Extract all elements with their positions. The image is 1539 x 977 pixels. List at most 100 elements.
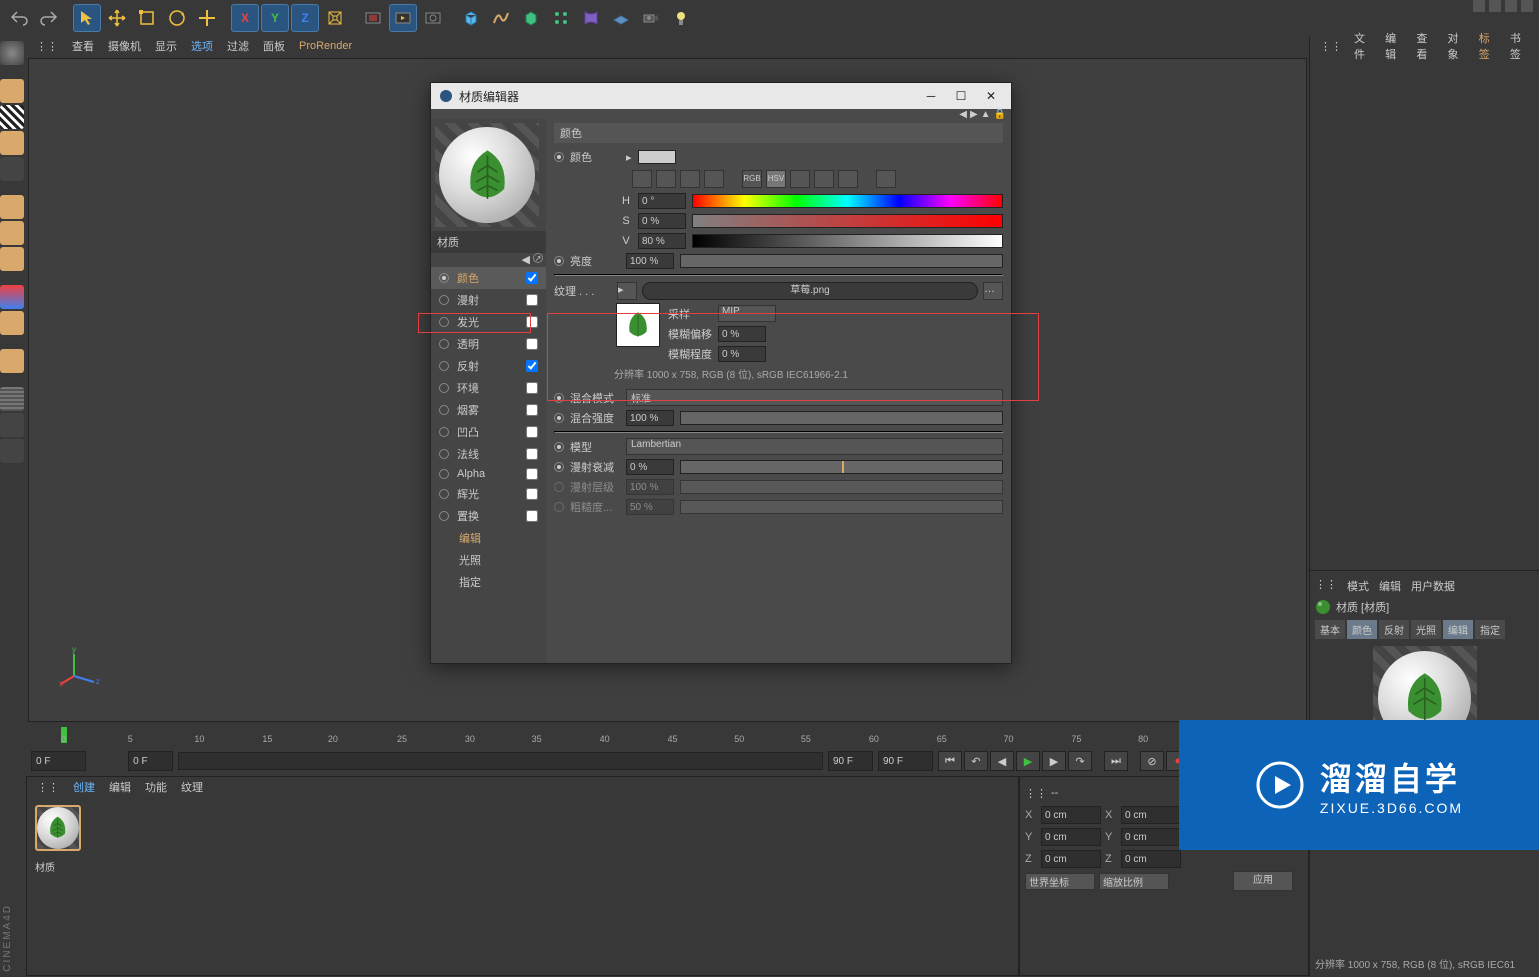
channel-normal[interactable]: 法线 bbox=[431, 443, 546, 465]
rotate-tool[interactable] bbox=[163, 4, 191, 32]
chan-tab-illum[interactable]: 光照 bbox=[1411, 620, 1441, 639]
lock-icon[interactable] bbox=[0, 413, 24, 437]
frame-end2-field[interactable] bbox=[878, 751, 933, 771]
channel-alpha[interactable]: Alpha bbox=[431, 465, 546, 483]
channel-transparency-toggle[interactable] bbox=[526, 338, 538, 350]
channel-bump-toggle[interactable] bbox=[526, 426, 538, 438]
polygon-mode-icon[interactable] bbox=[0, 247, 24, 271]
x-axis-lock[interactable]: X bbox=[231, 4, 259, 32]
mixstrength-slider[interactable] bbox=[680, 411, 1003, 425]
vp-menu-filter[interactable]: 过滤 bbox=[227, 38, 249, 54]
channel-reflection[interactable]: 反射 bbox=[431, 355, 546, 377]
channel-editor[interactable]: 编辑 bbox=[431, 527, 546, 549]
channel-fog-toggle[interactable] bbox=[526, 404, 538, 416]
material-editor-titlebar[interactable]: 材质编辑器 ─ ☐ ✕ bbox=[431, 83, 1011, 109]
goto-start-button[interactable]: ⏮ bbox=[938, 751, 962, 771]
channel-reflection-toggle[interactable] bbox=[526, 360, 538, 372]
chan-tab-edit[interactable]: 编辑 bbox=[1443, 620, 1473, 639]
picker-icon[interactable] bbox=[632, 170, 652, 188]
timeline-range-slider[interactable] bbox=[178, 752, 823, 770]
workplane-icon[interactable] bbox=[0, 131, 24, 155]
channel-assignment[interactable]: 指定 bbox=[431, 571, 546, 593]
diffuse-falloff-slider[interactable] bbox=[680, 460, 1003, 474]
material-thumbnail[interactable] bbox=[35, 805, 81, 851]
channel-environment-toggle[interactable] bbox=[526, 382, 538, 394]
channel-fog[interactable]: 烟雾 bbox=[431, 399, 546, 421]
hsv-icon[interactable]: HSV bbox=[766, 170, 786, 188]
lock-icon[interactable]: 🔒 bbox=[994, 109, 1006, 119]
coord-system[interactable] bbox=[321, 4, 349, 32]
texture-browse-button[interactable]: … bbox=[983, 282, 1003, 300]
chan-tab-reflect[interactable]: 反射 bbox=[1379, 620, 1409, 639]
play-button[interactable]: ▶ bbox=[1016, 751, 1040, 771]
tweak-icon[interactable] bbox=[0, 349, 24, 373]
apply-button[interactable]: 应用 bbox=[1233, 871, 1293, 891]
attr-mode[interactable]: 模式 bbox=[1347, 578, 1369, 594]
vp-menu-camera[interactable]: 摄像机 bbox=[108, 38, 141, 54]
channel-illumination[interactable]: 光照 bbox=[431, 549, 546, 571]
size-y-field[interactable] bbox=[1121, 828, 1181, 846]
next-frame-button[interactable]: ▶ bbox=[1042, 751, 1066, 771]
redo-button[interactable] bbox=[35, 4, 63, 32]
chan-tab-basic[interactable]: 基本 bbox=[1315, 620, 1345, 639]
texture-file-field[interactable]: 草莓.png bbox=[642, 282, 978, 300]
frame-end-field[interactable] bbox=[828, 751, 873, 771]
step-fwd-button[interactable]: ↷ bbox=[1068, 751, 1092, 771]
pos-z-field[interactable] bbox=[1041, 850, 1101, 868]
menu-icon[interactable]: ⋮⋮ bbox=[36, 40, 58, 53]
image-icon[interactable] bbox=[704, 170, 724, 188]
nav-fwd-icon[interactable]: ▶ bbox=[970, 109, 978, 119]
vp-menu-prorender[interactable]: ProRender bbox=[299, 40, 352, 52]
uv-icon[interactable] bbox=[0, 439, 24, 463]
channel-color-toggle[interactable] bbox=[526, 272, 538, 284]
sat-field[interactable] bbox=[638, 213, 686, 229]
mixmode-dropdown[interactable]: 标准 bbox=[626, 389, 1003, 406]
light-button[interactable] bbox=[667, 4, 695, 32]
mat-menu-create[interactable]: 创建 bbox=[73, 779, 95, 795]
texture-menu-button[interactable]: ▸ bbox=[617, 282, 637, 300]
render-button[interactable] bbox=[389, 4, 417, 32]
goto-end-button[interactable]: ⏭ bbox=[1104, 751, 1128, 771]
wheel-icon[interactable] bbox=[656, 170, 676, 188]
blur-scale-field[interactable] bbox=[718, 346, 766, 362]
vp-menu-display[interactable]: 显示 bbox=[155, 38, 177, 54]
channel-displacement[interactable]: 置换 bbox=[431, 505, 546, 527]
radio-icon[interactable] bbox=[554, 462, 564, 472]
eyedropper-icon[interactable] bbox=[876, 170, 896, 188]
floor-button[interactable] bbox=[607, 4, 635, 32]
record-button[interactable]: ⊘ bbox=[1140, 751, 1164, 771]
channel-environment[interactable]: 环境 bbox=[431, 377, 546, 399]
chan-tab-assign[interactable]: 指定 bbox=[1475, 620, 1505, 639]
grid-icon[interactable] bbox=[0, 387, 24, 411]
attr-userdata[interactable]: 用户数据 bbox=[1411, 578, 1455, 594]
spline-primitive[interactable] bbox=[487, 4, 515, 32]
make-editable-icon[interactable] bbox=[0, 41, 24, 65]
timeline[interactable]: 05 1015 2025 3035 4045 5055 6065 7075 80… bbox=[26, 724, 1309, 746]
mat-menu-texture[interactable]: 纹理 bbox=[181, 779, 203, 795]
brightness-slider[interactable] bbox=[680, 254, 1003, 268]
mograph-button[interactable] bbox=[547, 4, 575, 32]
frame-start-field[interactable] bbox=[31, 751, 86, 771]
cube-primitive[interactable] bbox=[457, 4, 485, 32]
move-tool[interactable] bbox=[103, 4, 131, 32]
vp-menu-view[interactable]: 查看 bbox=[72, 38, 94, 54]
kelvin-icon[interactable] bbox=[790, 170, 810, 188]
val-field[interactable] bbox=[638, 233, 686, 249]
z-axis-lock[interactable]: Z bbox=[291, 4, 319, 32]
close-button[interactable]: ✕ bbox=[979, 86, 1003, 106]
color-swatch[interactable] bbox=[638, 150, 676, 164]
camera-button[interactable] bbox=[637, 4, 665, 32]
channel-glow-toggle[interactable] bbox=[526, 488, 538, 500]
model-mode-icon[interactable] bbox=[0, 79, 24, 103]
menu-icon[interactable]: ⋮⋮ bbox=[1025, 787, 1047, 800]
mixstrength-field[interactable] bbox=[626, 410, 674, 426]
generator-button[interactable] bbox=[517, 4, 545, 32]
spectrum-icon[interactable] bbox=[680, 170, 700, 188]
edge-mode-icon[interactable] bbox=[0, 221, 24, 245]
blur-offset-field[interactable] bbox=[718, 326, 766, 342]
point-mode-icon[interactable] bbox=[0, 195, 24, 219]
hue-field[interactable] bbox=[638, 193, 686, 209]
object-mode-icon[interactable] bbox=[0, 157, 24, 181]
render-settings-button[interactable] bbox=[419, 4, 447, 32]
val-slider[interactable] bbox=[692, 234, 1003, 248]
